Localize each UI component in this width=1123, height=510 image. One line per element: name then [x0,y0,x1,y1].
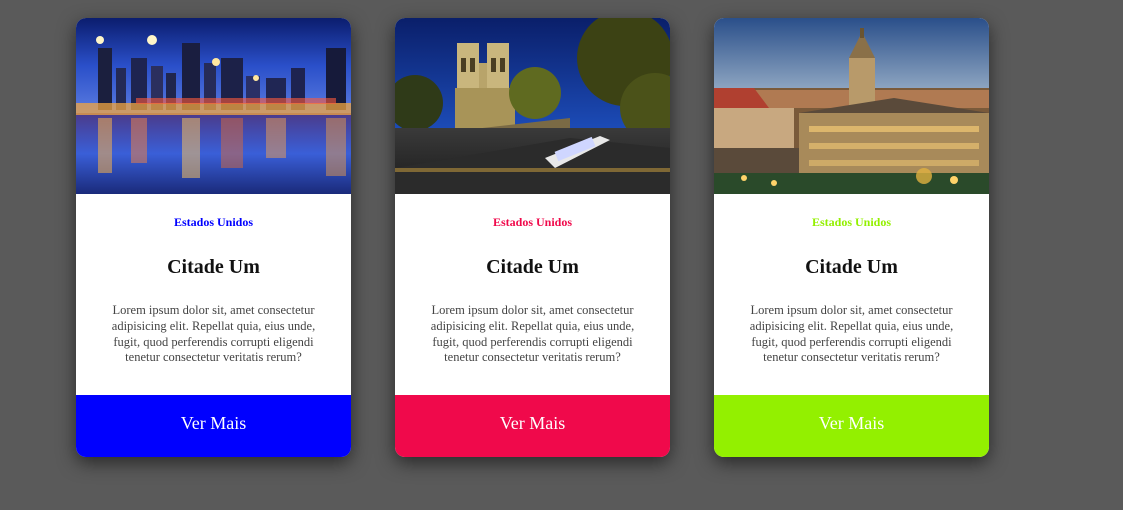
country-label: Estados Unidos [173,215,254,229]
ver-mais-button[interactable]: Ver Mais [76,395,351,457]
card-title: Citade Um [805,256,898,278]
city-night-skyline-photo [76,18,351,194]
destination-card: Estados Unidos Citade Um Lorem ipsum dol… [714,18,989,457]
ver-mais-button[interactable]: Ver Mais [395,395,670,457]
card-description: Lorem ipsum dolor sit, amet consectetur … [111,303,316,365]
notre-dame-river-photo [395,18,670,194]
country-label: Estados Unidos [492,215,573,229]
card-title: Citade Um [167,256,260,278]
card-description: Lorem ipsum dolor sit, amet consectetur … [749,303,954,365]
card-title: Citade Um [486,256,579,278]
munich-town-hall-photo [714,18,989,194]
country-label: Estados Unidos [811,215,892,229]
destination-card: Estados Unidos Citade Um Lorem ipsum dol… [395,18,670,457]
ver-mais-button[interactable]: Ver Mais [714,395,989,457]
card-description: Lorem ipsum dolor sit, amet consectetur … [430,303,635,365]
destination-card: Estados Unidos Citade Um Lorem ipsum dol… [76,18,351,457]
